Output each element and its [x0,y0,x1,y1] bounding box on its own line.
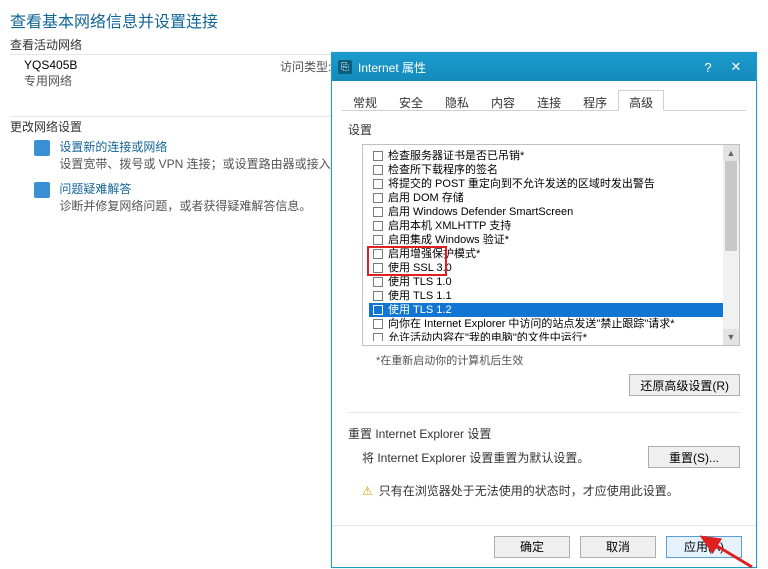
active-net-label: 查看活动网络 [10,36,82,53]
settings-item[interactable]: 启用本机 XMLHTTP 支持 [369,219,723,233]
settings-item-label: 使用 TLS 1.1 [388,289,452,303]
ok-button[interactable]: 确定 [494,536,570,558]
warning-icon: ⚠ [362,484,373,498]
checkbox-icon[interactable] [373,179,383,189]
settings-item[interactable]: 使用 TLS 1.1 [369,289,723,303]
network-type: 专用网络 [24,72,77,89]
checkbox-icon[interactable] [373,305,383,315]
tab-programs[interactable]: 程序 [572,90,618,111]
settings-item-label: 使用 SSL 3.0 [388,261,452,275]
troubleshoot-icon [34,182,50,198]
checkbox-icon[interactable] [373,333,383,341]
scroll-down-icon[interactable]: ▼ [723,329,739,345]
settings-listbox[interactable]: 检查服务器证书是否已吊销*检查所下载程序的签名将提交的 POST 重定向到不允许… [362,144,740,346]
settings-item-label: 使用 TLS 1.2 [388,303,452,317]
settings-item[interactable]: 检查服务器证书是否已吊销* [369,149,723,163]
close-button[interactable]: ✕ [722,59,750,75]
reset-section-label: 重置 Internet Explorer 设置 [348,412,740,442]
reset-button[interactable]: 重置(S)... [648,446,740,468]
settings-item-label: 启用 DOM 存储 [388,191,464,205]
settings-item[interactable]: 检查所下载程序的签名 [369,163,723,177]
settings-item-label: 启用集成 Windows 验证* [388,233,509,247]
scroll-thumb[interactable] [725,161,737,251]
change-net-label: 更改网络设置 [10,118,82,135]
tab-advanced[interactable]: 高级 [618,90,664,111]
checkbox-icon[interactable] [373,165,383,175]
checkbox-icon[interactable] [373,277,383,287]
settings-item-label: 使用 TLS 1.0 [388,275,452,289]
settings-item[interactable]: 启用集成 Windows 验证* [369,233,723,247]
checkbox-icon[interactable] [373,263,383,273]
checkbox-icon[interactable] [373,221,383,231]
connection-icon [34,140,50,156]
restore-defaults-button[interactable]: 还原高级设置(R) [629,374,740,396]
new-connection-desc: 设置宽带、拨号或 VPN 连接；或设置路由器或接入点。 [59,155,354,172]
settings-item[interactable]: 允许活动内容在"我的电脑"的文件中运行* [369,331,723,341]
network-name: YQS405B [24,58,77,72]
settings-item[interactable]: 使用 SSL 3.0 [369,261,723,275]
cancel-button[interactable]: 取消 [580,536,656,558]
settings-item-label: 向你在 Internet Explorer 中访问的站点发送"禁止跟踪"请求* [388,317,675,331]
dialog-title: Internet 属性 [358,59,694,76]
troubleshoot-link[interactable]: 问题疑难解答 [59,180,311,197]
settings-item-label: 检查所下载程序的签名 [388,163,498,177]
checkbox-icon[interactable] [373,193,383,203]
app-icon: ⎘ [338,60,352,74]
settings-item-label: 启用增强保护模式* [388,247,480,261]
help-button[interactable]: ? [694,60,722,75]
restart-note: *在重新启动你的计算机后生效 [376,352,740,368]
tab-security[interactable]: 安全 [388,90,434,111]
settings-item[interactable]: 使用 TLS 1.0 [369,275,723,289]
settings-item-label: 启用本机 XMLHTTP 支持 [388,219,511,233]
settings-item[interactable]: 启用 Windows Defender SmartScreen [369,205,723,219]
checkbox-icon[interactable] [373,291,383,301]
checkbox-icon[interactable] [373,319,383,329]
page-title: 查看基本网络信息并设置连接 [10,8,218,32]
settings-item-label: 允许活动内容在"我的电脑"的文件中运行* [388,331,587,341]
scroll-up-icon[interactable]: ▲ [723,145,739,161]
checkbox-icon[interactable] [373,151,383,161]
apply-button[interactable]: 应用(A) [666,536,742,558]
internet-properties-dialog: ⎘ Internet 属性 ? ✕ 常规 安全 隐私 内容 连接 程序 高级 设… [331,52,757,568]
settings-item-label: 将提交的 POST 重定向到不允许发送的区域时发出警告 [388,177,655,191]
settings-item[interactable]: 向你在 Internet Explorer 中访问的站点发送"禁止跟踪"请求* [369,317,723,331]
tab-content[interactable]: 内容 [480,90,526,111]
tabstrip: 常规 安全 隐私 内容 连接 程序 高级 [342,89,746,111]
reset-desc: 将 Internet Explorer 设置重置为默认设置。 [362,449,648,466]
settings-item-label: 启用 Windows Defender SmartScreen [388,205,573,219]
settings-item-label: 检查服务器证书是否已吊销* [388,149,524,163]
settings-item[interactable]: 将提交的 POST 重定向到不允许发送的区域时发出警告 [369,177,723,191]
tab-privacy[interactable]: 隐私 [434,90,480,111]
checkbox-icon[interactable] [373,249,383,259]
checkbox-icon[interactable] [373,235,383,245]
settings-item[interactable]: 启用增强保护模式* [369,247,723,261]
troubleshoot-desc: 诊断并修复网络问题，或者获得疑难解答信息。 [59,197,311,214]
settings-item[interactable]: 使用 TLS 1.2 [369,303,723,317]
reset-warning: ⚠ 只有在浏览器处于无法使用的状态时，才应使用此设置。 [362,482,740,499]
tab-general[interactable]: 常规 [342,90,388,111]
reset-warning-text: 只有在浏览器处于无法使用的状态时，才应使用此设置。 [379,484,679,498]
dialog-footer: 确定 取消 应用(A) [332,525,756,567]
checkbox-icon[interactable] [373,207,383,217]
access-type-label: 访问类型: [280,58,331,75]
scrollbar[interactable]: ▲ ▼ [723,145,739,345]
titlebar: ⎘ Internet 属性 ? ✕ [332,53,756,81]
tab-connection[interactable]: 连接 [526,90,572,111]
new-connection-link[interactable]: 设置新的连接或网络 [59,138,354,155]
settings-item[interactable]: 启用 DOM 存储 [369,191,723,205]
settings-label: 设置 [348,121,740,138]
